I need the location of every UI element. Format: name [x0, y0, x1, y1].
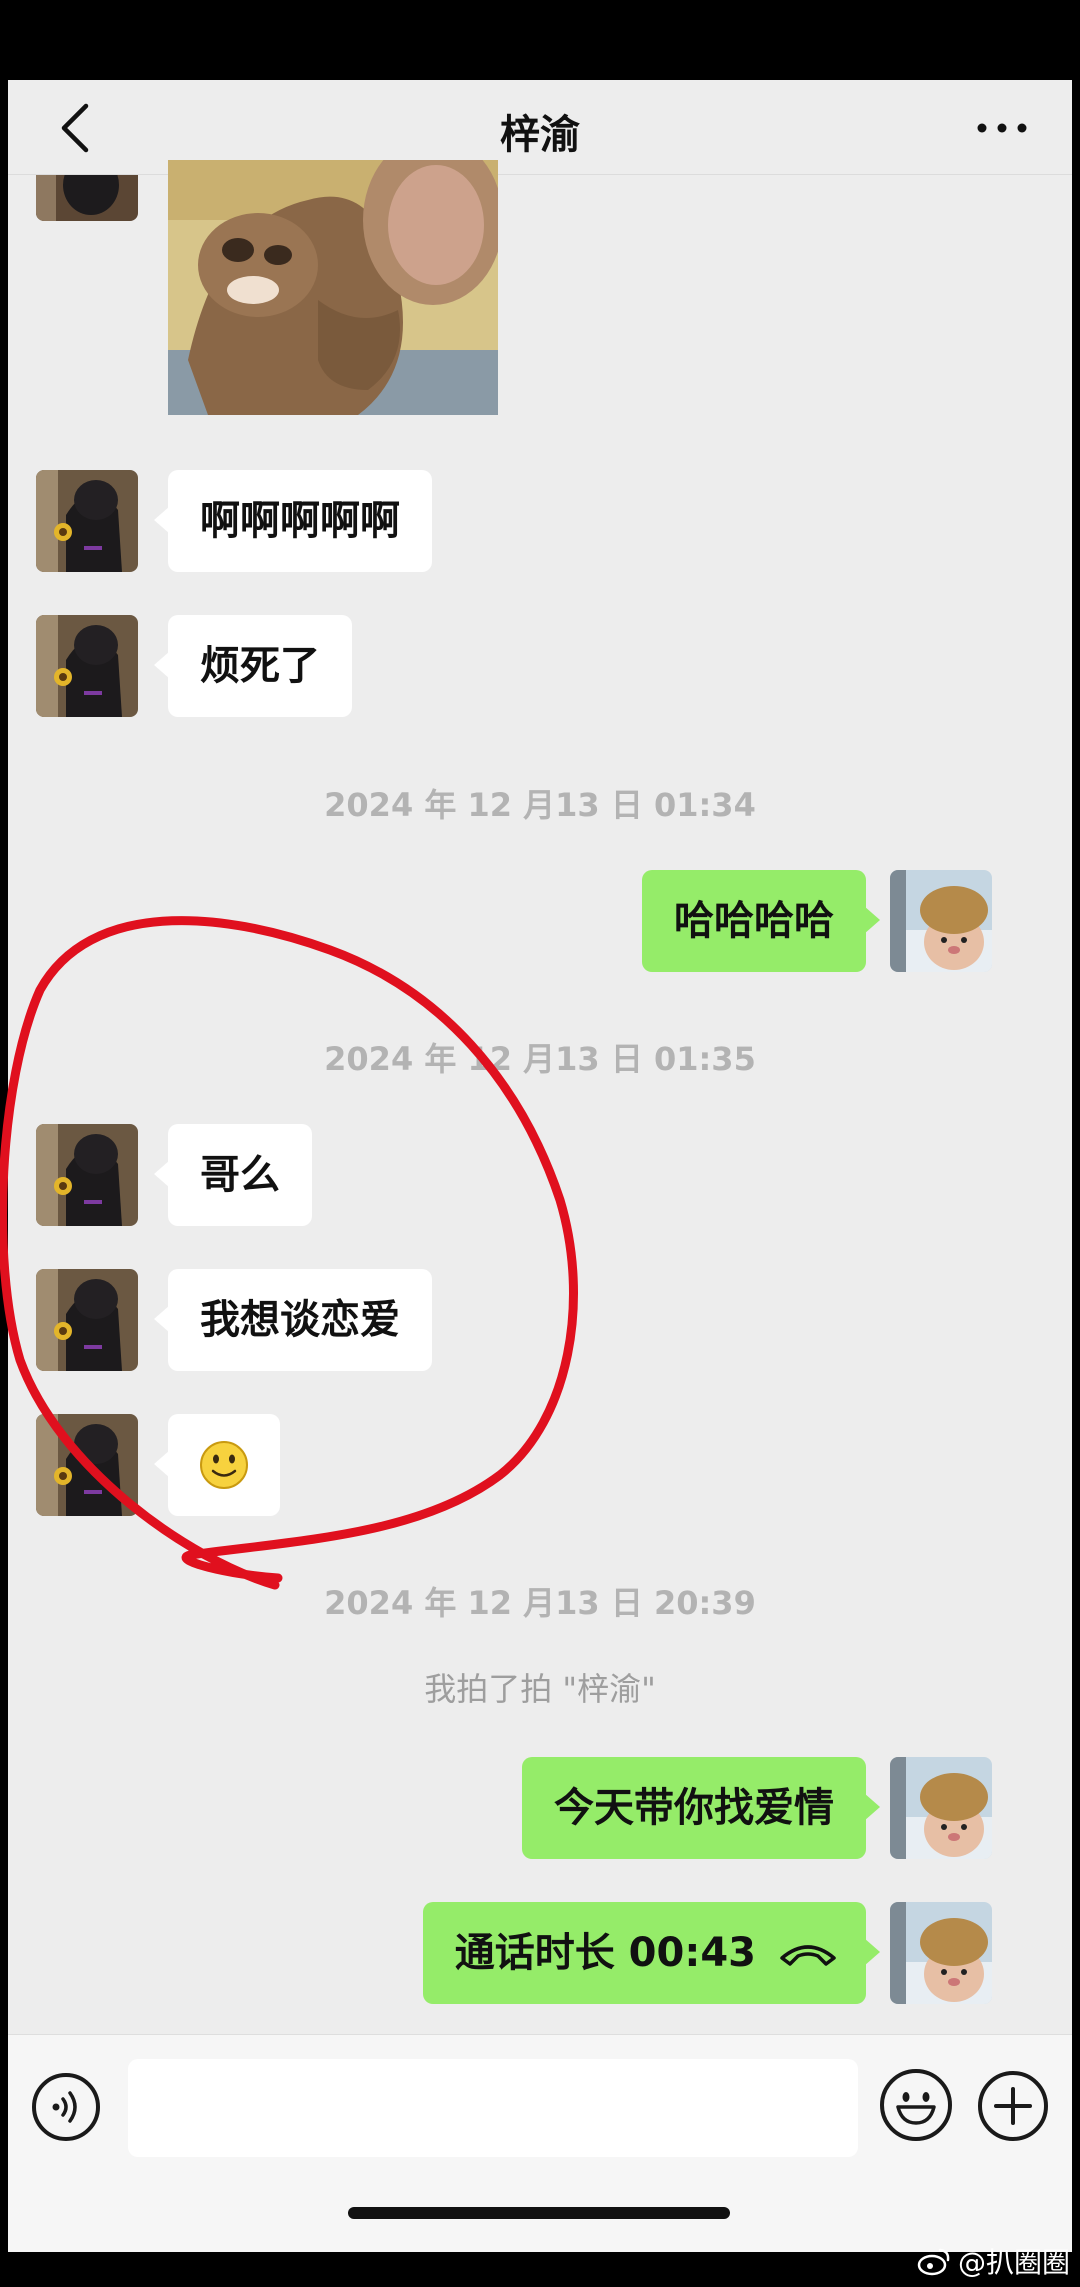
voice-icon — [52, 2091, 77, 2123]
smile-emoji-icon — [200, 1441, 248, 1489]
call-duration-bubble[interactable]: 通话时长 00:43 — [422, 1902, 881, 2004]
timestamp: 2024 年 12 月13 日 20:39 — [324, 1584, 756, 1622]
message-bubble-self[interactable]: 哈哈哈哈 — [642, 870, 880, 972]
self-avatar[interactable] — [890, 1902, 992, 2004]
chat-title: 梓渝 — [500, 112, 580, 158]
watermark: @扒圈圈 — [916, 2241, 1070, 2281]
contact-avatar[interactable] — [36, 1269, 138, 1371]
emoji-button[interactable] — [880, 2069, 952, 2141]
input-bar — [8, 2034, 1072, 2252]
message-bubble[interactable]: 烦死了 — [154, 615, 352, 717]
message-input[interactable] — [128, 2059, 858, 2157]
message-bubble[interactable]: 哥么 — [154, 1124, 312, 1226]
contact-avatar[interactable] — [36, 470, 138, 572]
phone-hangup-icon — [780, 1945, 836, 1966]
chat-screen: 梓渝 啊啊啊啊啊 烦死了 2024 年 12 月13 日 01:34 哈哈哈哈 … — [8, 80, 1072, 2252]
contact-avatar[interactable] — [36, 1124, 138, 1226]
call-duration-text: 通话时长 00:43 — [454, 1930, 756, 1976]
message-bubble[interactable]: 我想谈恋爱 — [154, 1269, 432, 1371]
message-bubble[interactable]: 啊啊啊啊啊 — [154, 470, 432, 572]
more-dots-icon — [977, 123, 1027, 133]
weibo-icon — [917, 2248, 950, 2276]
emoji-message-bubble[interactable]: 🙂 — [154, 1414, 280, 1516]
plus-button[interactable] — [978, 2071, 1048, 2141]
self-avatar[interactable] — [890, 870, 992, 972]
watermark-text: @扒圈圈 — [957, 2246, 1070, 2279]
self-avatar[interactable] — [890, 1757, 992, 1859]
contact-avatar[interactable] — [36, 1414, 138, 1516]
home-indicator[interactable] — [348, 2207, 730, 2219]
timestamp: 2024 年 12 月13 日 01:34 — [324, 786, 756, 824]
emoji-icon — [896, 2092, 936, 2125]
voice-button[interactable] — [32, 2073, 100, 2141]
timestamp: 2024 年 12 月13 日 01:35 — [324, 1040, 756, 1078]
system-pat-notice: 我拍了拍 "梓渝" — [424, 1670, 656, 1708]
message-bubble-self[interactable]: 今天带你找爱情 — [522, 1757, 880, 1859]
contact-avatar[interactable] — [36, 175, 138, 221]
sticker-image[interactable] — [168, 160, 498, 415]
plus-icon — [994, 2087, 1032, 2125]
more-button[interactable] — [972, 108, 1032, 148]
contact-avatar[interactable] — [36, 615, 138, 717]
